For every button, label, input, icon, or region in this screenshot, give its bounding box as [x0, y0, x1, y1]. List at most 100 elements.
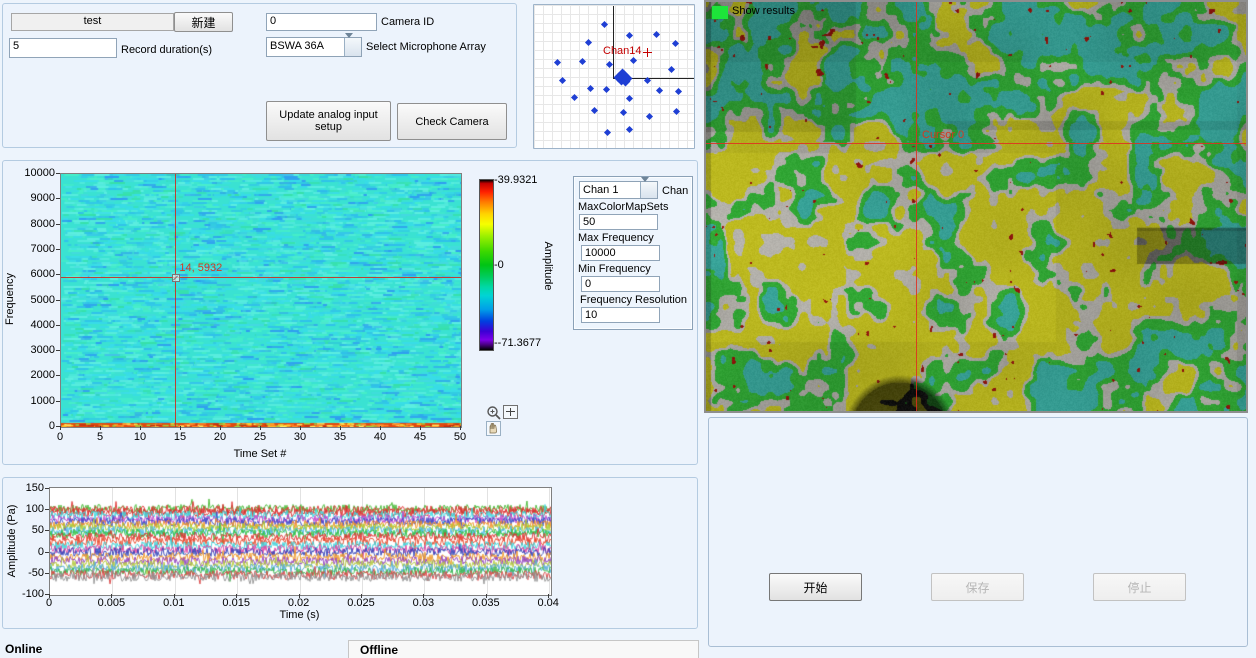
offline-status-box: Offline — [348, 640, 699, 658]
spectrogram-x-tick: 45 — [408, 431, 432, 443]
tick-mark — [260, 426, 261, 430]
offline-status-label: Offline — [360, 643, 398, 657]
spectrogram-cursor-hline[interactable] — [61, 277, 461, 278]
record-duration-field[interactable]: 5 — [9, 38, 117, 58]
spectrogram-cursor-label: 14, 5932 — [179, 262, 222, 274]
channel-select[interactable]: Chan 1 — [579, 181, 658, 199]
spectrogram-x-tick: 20 — [208, 431, 232, 443]
mic-position-dot — [675, 88, 682, 95]
spectrogram-y-tick: 5000 — [3, 294, 55, 306]
mic-array-plot[interactable]: Chan14 — [533, 4, 695, 149]
max-frequency-field[interactable]: 10000 — [581, 245, 660, 261]
waveform-x-tick: 0.005 — [87, 597, 135, 609]
mic-array-select[interactable]: BSWA 36A — [266, 37, 362, 57]
start-button[interactable]: 开始 — [769, 573, 862, 601]
tick-mark — [180, 426, 181, 430]
mic-position-dot — [673, 108, 680, 115]
waveform-plot[interactable] — [49, 487, 552, 596]
tick-mark — [45, 488, 49, 489]
tick-mark — [56, 274, 60, 275]
mic-position-dot — [604, 129, 611, 136]
stop-button[interactable]: 停止 — [1093, 573, 1186, 601]
online-status-label: Online — [5, 642, 42, 656]
mic-position-dot — [585, 39, 592, 46]
mic-cursor-label: Chan14 — [603, 45, 642, 57]
tick-mark — [45, 530, 49, 531]
waveform-y-tick: 50 — [3, 524, 44, 536]
mic-position-dot — [672, 40, 679, 47]
waveform-y-tick: 0 — [3, 546, 44, 558]
mic-position-dot — [603, 86, 610, 93]
colorbar-axis-title: Amplitude — [540, 231, 554, 301]
cursor-marker-x — [173, 275, 178, 280]
camera-cursor-label: Cursor 0 — [922, 129, 964, 141]
camera-cursor-hline[interactable] — [706, 143, 1246, 144]
new-button[interactable]: 新建 — [174, 12, 233, 32]
waveform-y-tick: -50 — [3, 567, 44, 579]
spectrogram-x-tick: 10 — [128, 431, 152, 443]
show-results-checkbox[interactable] — [712, 6, 728, 19]
tick-mark — [420, 426, 421, 430]
tick-mark — [56, 300, 60, 301]
waveform-x-tick: 0 — [25, 597, 73, 609]
frequency-resolution-field[interactable]: 10 — [581, 307, 660, 323]
mic-position-dot — [620, 109, 627, 116]
colorbar-min-label: --71.3677 — [494, 337, 541, 349]
camera-id-field[interactable]: 0 — [266, 13, 377, 31]
waveform-x-tick: 0.01 — [150, 597, 198, 609]
camera-view[interactable]: Cursor 0 Show results — [704, 0, 1248, 413]
zoom-magnifier-icon[interactable] — [486, 405, 502, 421]
mic-position-dot — [626, 32, 633, 39]
tick-mark — [56, 198, 60, 199]
spectrogram-plot[interactable]: 14, 5932 — [60, 173, 462, 428]
mic-position-dot — [554, 59, 561, 66]
spectrogram-canvas[interactable] — [61, 174, 461, 427]
waveform-x-tick: 0.04 — [524, 597, 572, 609]
spectrogram-y-tick: 6000 — [3, 268, 55, 280]
max-colormap-field[interactable]: 50 — [579, 214, 658, 230]
pan-hand-icon[interactable] — [486, 421, 501, 436]
cursor-move-tool-icon[interactable] — [503, 405, 518, 419]
max-colormap-label: MaxColorMapSets — [578, 201, 668, 213]
tick-mark — [56, 375, 60, 376]
waveform-canvas[interactable] — [50, 488, 551, 595]
spectrogram-y-tick: 10000 — [3, 167, 55, 179]
waveform-x-tick: 0.035 — [462, 597, 510, 609]
tick-mark — [56, 401, 60, 402]
mic-axis-vline — [613, 6, 614, 78]
check-camera-button[interactable]: Check Camera — [397, 103, 507, 140]
mic-position-dot — [559, 77, 566, 84]
spectrogram-x-tick: 40 — [368, 431, 392, 443]
min-frequency-field[interactable]: 0 — [581, 276, 660, 292]
mic-cursor-cross-icon — [647, 48, 648, 57]
tick-mark — [45, 509, 49, 510]
camera-cursor-vline[interactable] — [916, 2, 917, 411]
mic-position-dot — [653, 31, 660, 38]
waveform-x-axis-title: Time (s) — [49, 609, 550, 621]
tick-mark — [56, 173, 60, 174]
camera-overlay-canvas[interactable] — [706, 2, 1246, 411]
mic-position-dot — [571, 94, 578, 101]
waveform-x-tick: 0.025 — [337, 597, 385, 609]
save-button[interactable]: 保存 — [931, 573, 1024, 601]
waveform-y-tick: 150 — [3, 482, 44, 494]
test-name-field[interactable]: test — [11, 13, 174, 31]
record-duration-label: Record duration(s) — [121, 44, 212, 56]
spectrogram-cursor-vline[interactable] — [175, 174, 176, 427]
spectrogram-y-tick: 7000 — [3, 243, 55, 255]
waveform-x-tick: 0.03 — [399, 597, 447, 609]
mic-position-dot — [626, 95, 633, 102]
tick-mark — [60, 426, 61, 430]
update-analog-input-button[interactable]: Update analog input setup — [266, 101, 391, 141]
chevron-down-icon[interactable] — [640, 182, 657, 198]
channel-control-box: Chan 1 Chan MaxColorMapSets 50 Max Frequ… — [573, 176, 693, 330]
spectrogram-y-tick: 1000 — [3, 395, 55, 407]
camera-id-label: Camera ID — [381, 16, 434, 28]
tick-mark — [100, 426, 101, 430]
min-frequency-label: Min Frequency — [578, 263, 651, 275]
spectrogram-y-tick: 2000 — [3, 369, 55, 381]
mic-position-dot — [646, 113, 653, 120]
mic-position-dot — [626, 126, 633, 133]
chevron-down-icon[interactable] — [344, 38, 361, 56]
waveform-y-tick: 100 — [3, 503, 44, 515]
